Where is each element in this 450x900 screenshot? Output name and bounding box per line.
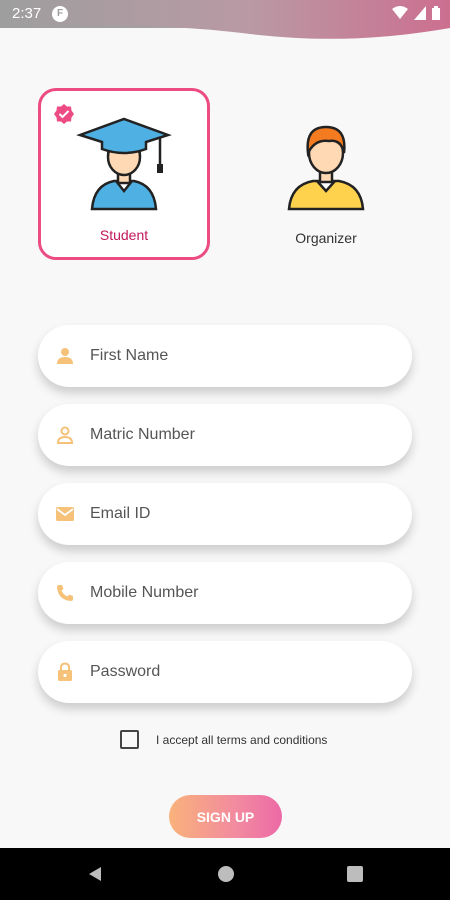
status-bar: 2:37 F (0, 0, 450, 39)
email-field[interactable] (38, 483, 412, 545)
battery-icon (432, 6, 440, 20)
mobile-number-field[interactable] (38, 562, 412, 624)
mail-icon (56, 507, 74, 521)
graduate-icon (76, 117, 172, 211)
first-name-input[interactable] (90, 325, 390, 387)
password-input[interactable] (90, 641, 390, 703)
sign-up-button[interactable]: SIGN UP (169, 795, 282, 838)
back-icon[interactable] (86, 865, 104, 883)
lock-icon (58, 662, 72, 681)
email-input[interactable] (90, 483, 390, 545)
recents-icon[interactable] (347, 866, 363, 882)
wifi-icon (392, 6, 408, 19)
home-icon[interactable] (217, 865, 235, 883)
check-badge-icon (54, 104, 74, 124)
person-icon (57, 348, 73, 364)
first-name-field[interactable] (38, 325, 412, 387)
header-wave (0, 0, 450, 39)
mobile-number-input[interactable] (90, 562, 390, 624)
status-icons (392, 6, 440, 20)
phone-icon (57, 585, 73, 601)
status-time: 2:37 (12, 5, 42, 22)
terms-row: I accept all terms and conditions (120, 730, 327, 749)
signal-icon (414, 6, 426, 20)
matric-number-field[interactable] (38, 404, 412, 466)
role-card-organizer[interactable]: Organizer (240, 88, 412, 260)
role-card-student[interactable]: Student (38, 88, 210, 260)
organizer-icon (287, 125, 365, 211)
system-nav-bar (0, 848, 450, 900)
app-notification-icon: F (52, 6, 68, 22)
password-field[interactable] (38, 641, 412, 703)
terms-label: I accept all terms and conditions (156, 732, 328, 747)
matric-number-input[interactable] (90, 404, 390, 466)
person-outline-icon (56, 426, 74, 444)
role-label-organizer: Organizer (295, 230, 357, 246)
role-label-student: Student (99, 227, 149, 243)
terms-checkbox[interactable] (120, 730, 139, 749)
